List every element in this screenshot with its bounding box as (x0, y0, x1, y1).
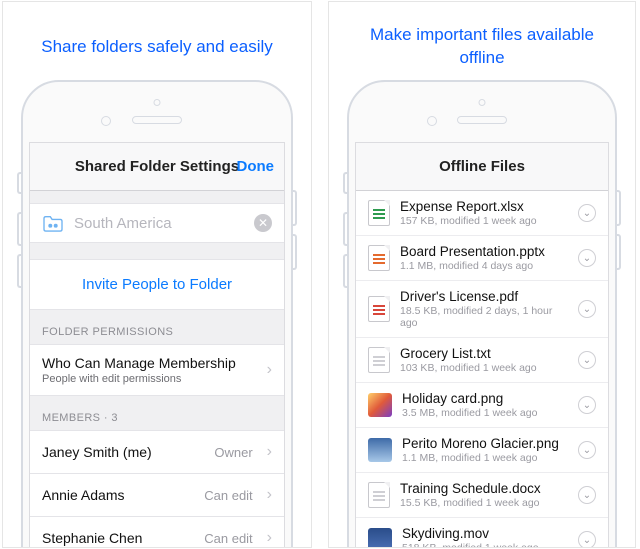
offline-file-list: Expense Report.xlsx157 KB, modified 1 we… (356, 191, 608, 548)
file-name: Holiday card.png (402, 391, 568, 406)
file-row[interactable]: Expense Report.xlsx157 KB, modified 1 we… (356, 191, 608, 236)
manage-membership-subtitle: People with edit permissions (42, 373, 253, 385)
member-row[interactable]: Stephanie Chen Can edit › (30, 517, 284, 548)
chevron-down-icon[interactable]: ⌄ (578, 249, 596, 267)
shared-folder-icon (42, 214, 64, 232)
member-role: Can edit (204, 488, 252, 503)
file-meta: Skydiving.mov518 KB, modified 1 week ago (402, 526, 568, 548)
file-row[interactable]: Holiday card.png3.5 MB, modified 1 week … (356, 383, 608, 428)
file-subtitle: 103 KB, modified 1 week ago (400, 362, 568, 374)
file-meta: Driver's License.pdf18.5 KB, modified 2 … (400, 289, 568, 329)
file-type-icon (368, 347, 390, 373)
marketing-panel-right: Make important files available offline O… (328, 1, 636, 548)
screen-offline-files: Offline Files Expense Report.xlsx157 KB,… (355, 142, 609, 548)
phone-frame: Offline Files Expense Report.xlsx157 KB,… (347, 80, 617, 548)
chevron-right-icon: › (261, 529, 272, 547)
screen-shared-folder: Shared Folder Settings Done South Americ… (29, 142, 285, 548)
phone-frame: Shared Folder Settings Done South Americ… (21, 80, 293, 548)
members-list: Janey Smith (me) Owner › Annie Adams Can… (30, 430, 284, 548)
file-subtitle: 1.1 MB, modified 4 days ago (400, 260, 568, 272)
file-name: Perito Moreno Glacier.png (402, 436, 568, 451)
file-row[interactable]: Training Schedule.docx15.5 KB, modified … (356, 473, 608, 518)
file-row[interactable]: Perito Moreno Glacier.png1.1 MB, modifie… (356, 428, 608, 473)
file-meta: Grocery List.txt103 KB, modified 1 week … (400, 346, 568, 374)
nav-title: Shared Folder Settings (75, 158, 239, 175)
headline-right: Make important files available offline (329, 2, 635, 74)
file-type-icon (368, 200, 390, 226)
section-members: MEMBERS · 3 (30, 396, 284, 430)
file-subtitle: 1.1 MB, modified 1 week ago (402, 452, 568, 464)
chevron-down-icon[interactable]: ⌄ (578, 396, 596, 414)
chevron-right-icon: › (261, 361, 272, 379)
file-row[interactable]: Driver's License.pdf18.5 KB, modified 2 … (356, 281, 608, 338)
file-meta: Perito Moreno Glacier.png1.1 MB, modifie… (402, 436, 568, 464)
file-subtitle: 18.5 KB, modified 2 days, 1 hour ago (400, 305, 568, 329)
chevron-down-icon[interactable]: ⌄ (578, 351, 596, 369)
manage-membership-row[interactable]: Who Can Manage Membership People with ed… (30, 344, 284, 396)
file-name: Training Schedule.docx (400, 481, 568, 496)
chevron-right-icon: › (261, 443, 272, 461)
chevron-down-icon[interactable]: ⌄ (578, 300, 596, 318)
file-thumbnail (368, 528, 392, 548)
file-row[interactable]: Board Presentation.pptx1.1 MB, modified … (356, 236, 608, 281)
member-name: Janey Smith (me) (42, 444, 206, 460)
file-thumbnail (368, 438, 392, 462)
chevron-down-icon[interactable]: ⌄ (578, 531, 596, 548)
chevron-down-icon[interactable]: ⌄ (578, 486, 596, 504)
member-row[interactable]: Janey Smith (me) Owner › (30, 430, 284, 474)
offline-title: Offline Files (356, 143, 608, 191)
file-name: Board Presentation.pptx (400, 244, 568, 259)
chevron-down-icon[interactable]: ⌄ (578, 441, 596, 459)
file-name: Skydiving.mov (402, 526, 568, 541)
file-type-icon (368, 482, 390, 508)
file-name: Expense Report.xlsx (400, 199, 568, 214)
file-meta: Training Schedule.docx15.5 KB, modified … (400, 481, 568, 509)
file-type-icon (368, 296, 390, 322)
file-thumbnail (368, 393, 392, 417)
invite-people-button[interactable]: Invite People to Folder (30, 259, 284, 310)
folder-name-value: South America (74, 215, 244, 232)
file-type-icon (368, 245, 390, 271)
file-name: Driver's License.pdf (400, 289, 568, 304)
file-subtitle: 15.5 KB, modified 1 week ago (400, 497, 568, 509)
marketing-panel-left: Share folders safely and easily Shared F… (2, 1, 312, 548)
file-subtitle: 518 KB, modified 1 week ago (402, 542, 568, 548)
file-name: Grocery List.txt (400, 346, 568, 361)
file-subtitle: 3.5 MB, modified 1 week ago (402, 407, 568, 419)
file-meta: Holiday card.png3.5 MB, modified 1 week … (402, 391, 568, 419)
clear-icon[interactable]: ✕ (254, 214, 272, 232)
chevron-down-icon[interactable]: ⌄ (578, 204, 596, 222)
done-button[interactable]: Done (237, 158, 275, 175)
member-row[interactable]: Annie Adams Can edit › (30, 474, 284, 517)
headline-left: Share folders safely and easily (3, 2, 311, 74)
member-name: Stephanie Chen (42, 530, 196, 546)
file-row[interactable]: Grocery List.txt103 KB, modified 1 week … (356, 338, 608, 383)
manage-membership-title: Who Can Manage Membership (42, 355, 253, 371)
section-folder-permissions: FOLDER PERMISSIONS (30, 310, 284, 344)
member-role: Can edit (204, 531, 252, 546)
file-subtitle: 157 KB, modified 1 week ago (400, 215, 568, 227)
member-name: Annie Adams (42, 487, 196, 503)
file-meta: Expense Report.xlsx157 KB, modified 1 we… (400, 199, 568, 227)
member-role: Owner (214, 445, 252, 460)
file-meta: Board Presentation.pptx1.1 MB, modified … (400, 244, 568, 272)
folder-name-field[interactable]: South America ✕ (30, 203, 284, 243)
file-row[interactable]: Skydiving.mov518 KB, modified 1 week ago… (356, 518, 608, 548)
chevron-right-icon: › (261, 486, 272, 504)
navbar: Shared Folder Settings Done (30, 143, 284, 191)
